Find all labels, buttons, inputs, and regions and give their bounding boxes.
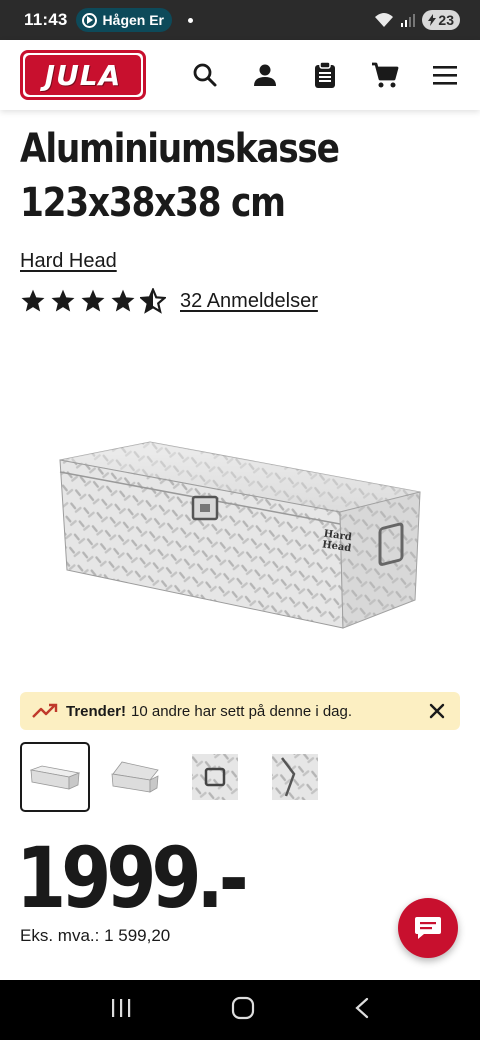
jula-logo[interactable]: JULA bbox=[20, 50, 146, 100]
product-title-line1: Aluminiumskasse bbox=[20, 126, 340, 172]
reviews-link[interactable]: 32 Anmeldelser bbox=[180, 290, 318, 313]
header-actions bbox=[190, 60, 460, 90]
back-icon[interactable] bbox=[354, 997, 370, 1024]
logo-plate: JULA bbox=[25, 55, 141, 95]
signal-icon bbox=[401, 14, 416, 27]
logo-text: JULA bbox=[44, 58, 122, 92]
thumbnail-strip bbox=[20, 742, 330, 812]
wifi-icon bbox=[375, 13, 394, 27]
thumbnail-hinge-detail[interactable] bbox=[260, 742, 330, 812]
clipboard-icon[interactable] bbox=[310, 60, 340, 90]
product-title: Aluminiumskasse 123x38x38 cm bbox=[20, 122, 450, 230]
thumbnail-handle-detail[interactable] bbox=[180, 742, 250, 812]
trend-banner: Trender! 10 andre har sett på denne i da… bbox=[20, 692, 460, 730]
media-pill-label: Hågen Er bbox=[102, 12, 165, 28]
media-pill[interactable]: Hågen Er bbox=[75, 8, 172, 32]
product-price: 1999.- bbox=[16, 829, 249, 927]
recent-apps-icon[interactable] bbox=[110, 998, 132, 1023]
cart-icon[interactable] bbox=[370, 60, 400, 90]
thumbnail-closed-box[interactable] bbox=[20, 742, 90, 812]
chat-icon bbox=[415, 917, 441, 939]
star-half-icon bbox=[140, 288, 166, 314]
product-image[interactable]: HardHead bbox=[55, 420, 425, 640]
star-full-icon bbox=[51, 289, 75, 312]
status-bar: 11:43 Hågen Er 23 bbox=[0, 0, 480, 40]
play-icon bbox=[81, 12, 97, 28]
menu-icon[interactable] bbox=[430, 60, 460, 90]
chat-button[interactable] bbox=[398, 898, 458, 958]
star-full-icon bbox=[21, 289, 45, 312]
notification-dot-icon bbox=[187, 17, 193, 23]
brand-link[interactable]: Hard Head bbox=[20, 250, 117, 273]
star-full-icon bbox=[81, 289, 105, 312]
site-header: JULA bbox=[0, 40, 480, 110]
battery-indicator: 23 bbox=[422, 10, 460, 30]
product-title-line2: 123x38x38 cm bbox=[20, 180, 286, 226]
trend-message: 10 andre har sett på denne i dag. bbox=[131, 702, 353, 720]
account-icon[interactable] bbox=[250, 60, 280, 90]
close-icon[interactable] bbox=[426, 700, 448, 722]
trend-label: Trender! bbox=[66, 702, 127, 720]
home-icon[interactable] bbox=[231, 996, 255, 1025]
image-brand-mark: HardHead bbox=[321, 528, 353, 554]
battery-level: 23 bbox=[438, 12, 454, 28]
status-right: 23 bbox=[374, 10, 460, 30]
thumbnail-open-box[interactable] bbox=[100, 742, 170, 812]
system-nav-bar bbox=[0, 980, 480, 1040]
product-rating[interactable]: 32 Anmeldelser bbox=[20, 288, 318, 314]
trending-up-icon bbox=[32, 703, 58, 718]
search-icon[interactable] bbox=[190, 60, 220, 90]
star-full-icon bbox=[111, 289, 135, 312]
status-time: 11:43 bbox=[24, 10, 68, 29]
rating-stars bbox=[20, 288, 166, 314]
price-ex-vat: Eks. mva.: 1 599,20 bbox=[20, 926, 171, 945]
charging-icon bbox=[428, 14, 437, 26]
